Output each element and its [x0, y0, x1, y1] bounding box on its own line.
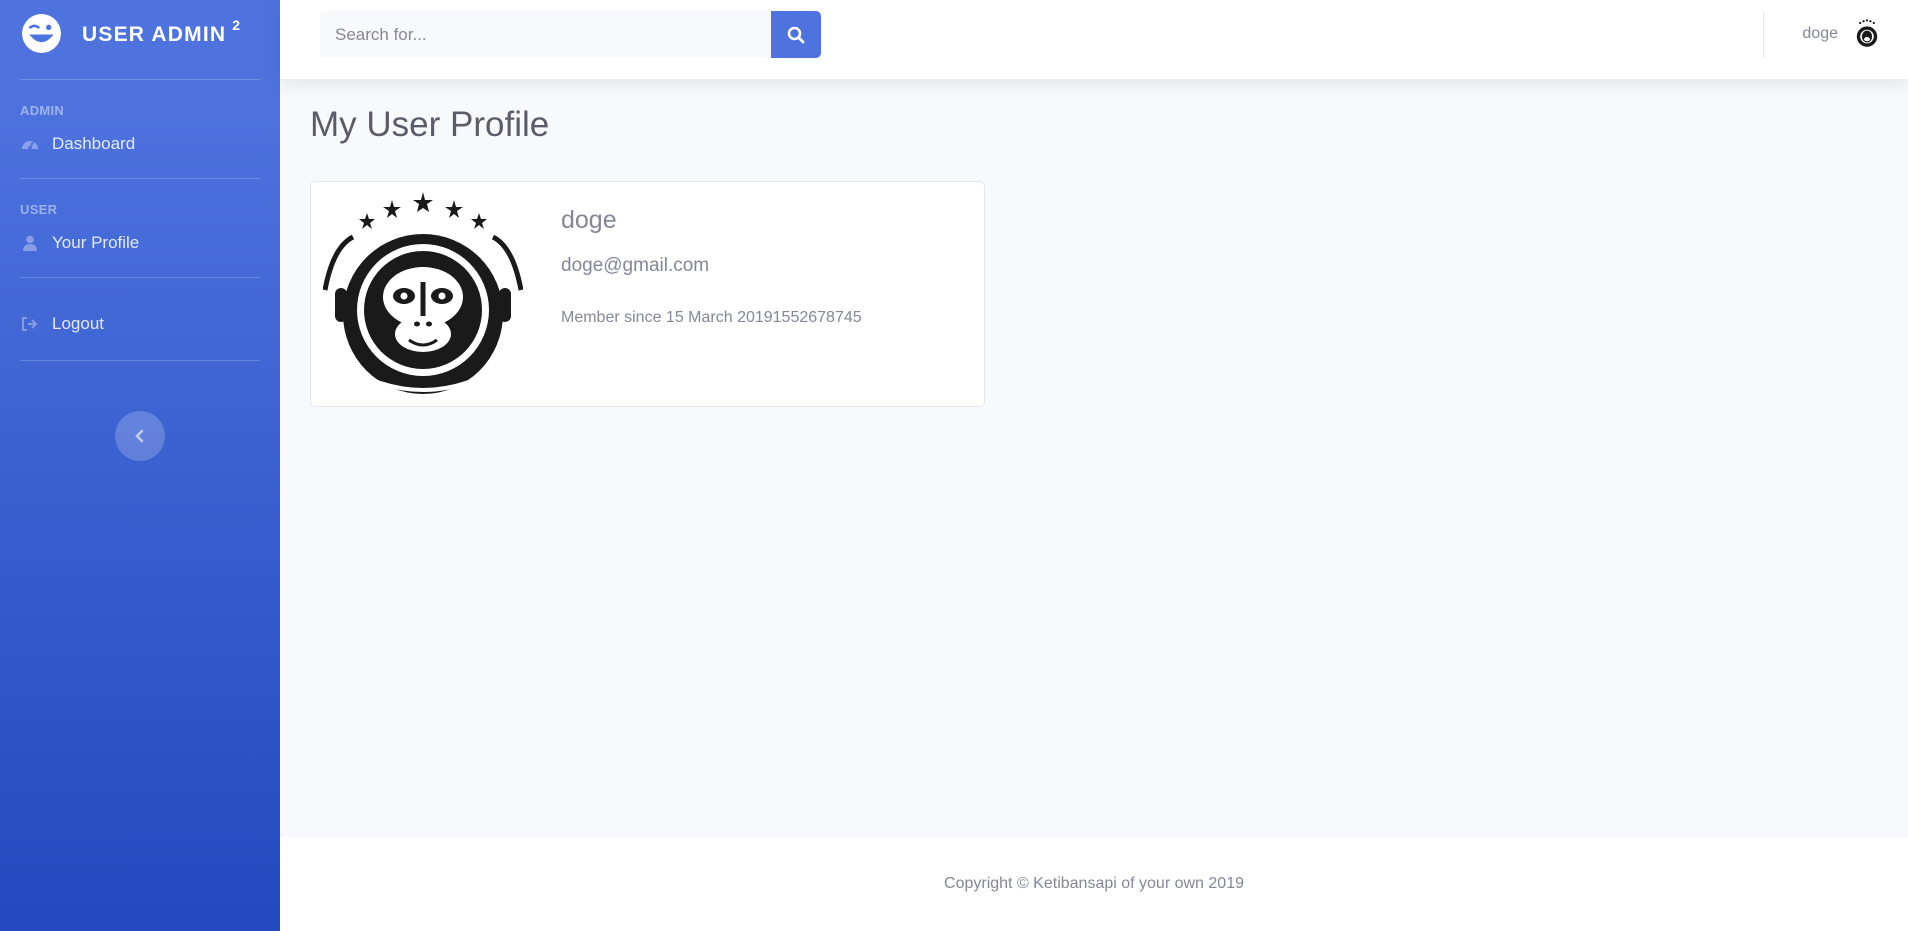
user-icon — [20, 233, 40, 253]
search-button[interactable] — [771, 11, 821, 58]
user-name: doge — [1802, 25, 1838, 42]
profile-email: doge@gmail.com — [561, 255, 710, 276]
sidebar-toggle-button[interactable] — [115, 411, 165, 461]
sidebar-heading-admin: ADMIN — [20, 103, 65, 118]
profile-image — [323, 192, 523, 394]
profile-name: doge — [561, 206, 617, 234]
sidebar-item-dashboard[interactable]: Dashboard — [0, 122, 280, 166]
footer: Copyright © Ketibansapi of your own 2019 — [280, 837, 1908, 931]
sidebar-divider — [20, 360, 260, 361]
sidebar-item-logout[interactable]: Logout — [0, 302, 280, 346]
sign-out-icon — [20, 314, 40, 334]
avatar — [1850, 17, 1884, 51]
topbar-divider — [1763, 11, 1764, 58]
profile-member-since: Member since 15 March 20191552678745 — [561, 309, 862, 326]
sidebar-divider — [20, 277, 260, 278]
topbar: doge — [280, 0, 1908, 79]
search-input[interactable] — [320, 11, 771, 58]
sidebar-item-label: Dashboard — [52, 134, 136, 153]
sidebar-heading-user: USER — [20, 202, 58, 217]
sidebar-item-label: Logout — [52, 314, 104, 333]
chevron-left-icon — [135, 429, 144, 443]
search-icon — [787, 26, 805, 43]
tachometer-icon — [20, 134, 40, 154]
laugh-wink-icon — [22, 13, 61, 53]
sidebar: USER ADMIN 2 ADMIN Dashboard USER Your Pr… — [0, 0, 280, 931]
sidebar-brand[interactable]: USER ADMIN 2 — [0, 0, 280, 66]
user-dropdown[interactable]: doge — [1802, 17, 1884, 51]
search-form — [320, 11, 821, 58]
sidebar-item-your-profile[interactable]: Your Profile — [0, 221, 280, 265]
sidebar-item-label: Your Profile — [52, 233, 140, 252]
brand-title: USER ADMIN 2 — [82, 16, 242, 46]
copyright-text: Copyright © Ketibansapi of your own 2019 — [944, 875, 1244, 892]
page-title: My User Profile — [310, 105, 550, 144]
brand-superscript: 2 — [232, 16, 242, 33]
profile-card: doge doge@gmail.com Member since 15 Marc… — [310, 181, 985, 407]
